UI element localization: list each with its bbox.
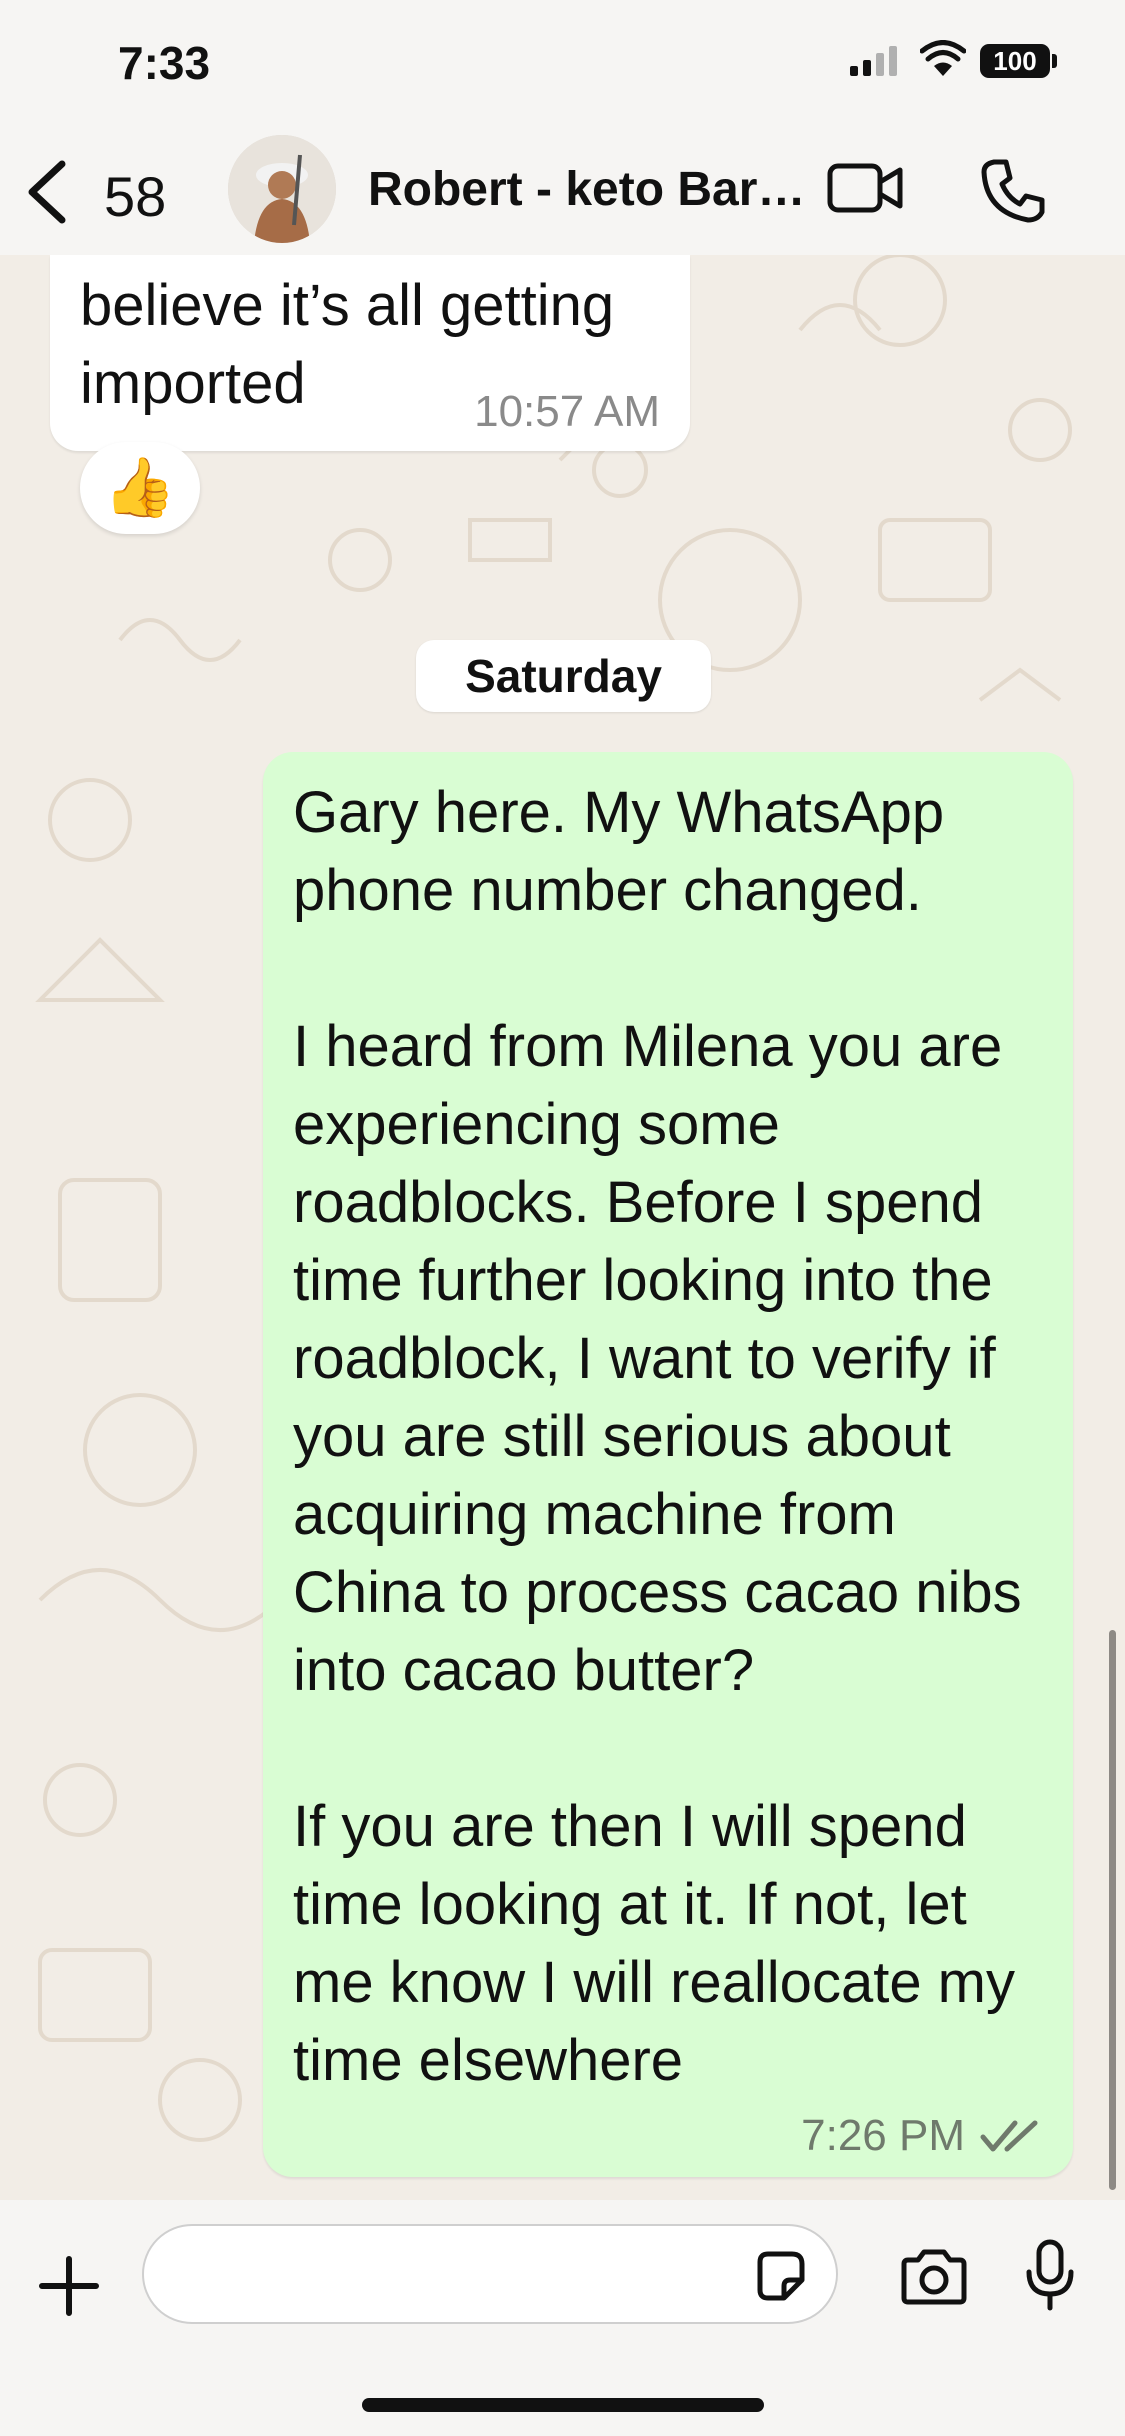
contact-name[interactable]: Robert - keto Bar…	[368, 162, 805, 217]
outgoing-message[interactable]: Gary here. My WhatsApp phone number chan…	[263, 752, 1073, 2177]
attach-plus-icon[interactable]	[38, 2255, 100, 2317]
contact-avatar[interactable]	[228, 135, 336, 243]
video-call-icon[interactable]	[826, 158, 906, 218]
outgoing-message-text: Gary here. My WhatsApp phone number chan…	[293, 780, 1022, 2093]
phone-call-icon[interactable]	[978, 156, 1048, 226]
battery-icon	[1052, 54, 1057, 68]
unread-chats-count: 58	[104, 165, 167, 228]
thumbs-up-reaction[interactable]: 👍	[80, 442, 200, 534]
chevron-left-icon	[28, 160, 66, 224]
read-receipt-icon	[980, 2120, 1038, 2152]
chat-header: 58 Robert - keto Bar…	[0, 130, 1125, 255]
microphone-icon[interactable]	[1024, 2238, 1076, 2314]
message-input[interactable]	[142, 2224, 838, 2324]
battery-level: 100	[980, 44, 1050, 78]
chat-scrollbar[interactable]	[1109, 1630, 1116, 2190]
wifi-icon	[920, 40, 966, 76]
date-separator: Saturday	[416, 640, 711, 712]
incoming-message[interactable]: believe it’s all getting imported 10:57 …	[50, 255, 690, 451]
camera-icon[interactable]	[898, 2248, 970, 2306]
outgoing-message-time: 7:26 PM	[801, 2111, 965, 2160]
status-time: 7:33	[118, 37, 211, 89]
home-indicator[interactable]	[362, 2398, 764, 2412]
incoming-message-time: 10:57 AM	[474, 387, 660, 436]
back-button[interactable]: 58	[22, 150, 182, 230]
avatar-image	[228, 135, 336, 243]
cellular-signal-icon	[850, 46, 897, 76]
status-bar: 7:33 100	[0, 0, 1125, 130]
sticker-icon[interactable]	[752, 2248, 808, 2304]
